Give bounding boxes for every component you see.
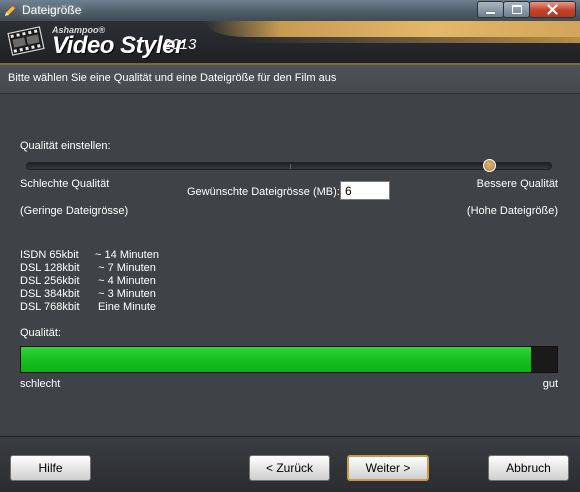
- back-button[interactable]: < Zurück: [249, 455, 330, 481]
- maximize-icon: [511, 5, 522, 14]
- help-button[interactable]: Hilfe: [10, 455, 91, 481]
- title-bar[interactable]: Dateigröße: [0, 0, 580, 22]
- quality-high-label: gut: [542, 378, 558, 390]
- transfer-time-list: ISDN 65kbit ~ 14 Minuten DSL 128kbit ~ 7…: [20, 249, 162, 314]
- transfer-time: Eine Minute: [97, 301, 157, 313]
- dialog-window: Dateigröße Ashampoo® Video Styler 2013 B…: [0, 0, 580, 492]
- banner-decoration-secondary: [240, 37, 580, 43]
- quality-meter: [20, 346, 558, 373]
- minimize-button[interactable]: [477, 1, 504, 18]
- quality-low-label: schlecht: [20, 378, 61, 390]
- instruction-text: Bitte wählen Sie eine Qualität und eine …: [8, 72, 337, 84]
- quality-slider-label: Qualität einstellen:: [20, 140, 111, 152]
- close-button[interactable]: [529, 1, 576, 18]
- list-item: DSL 384kbit ~ 3 Minuten: [20, 288, 162, 301]
- quality-meter-fill: [21, 347, 532, 372]
- filmstrip-icon: [6, 24, 46, 58]
- transfer-time: ~ 4 Minuten: [98, 275, 156, 287]
- low-quality-label: Schlechte Qualität: [20, 178, 110, 190]
- high-quality-label: Bessere Qualität: [476, 178, 558, 190]
- quality-slider-thumb[interactable]: [482, 159, 496, 172]
- low-size-hint: (Geringe Dateigrösse): [20, 205, 129, 217]
- high-size-hint: (Hohe Dateigröße): [466, 205, 558, 217]
- transfer-time: ~ 14 Minuten: [95, 249, 159, 261]
- cancel-button[interactable]: Abbruch: [488, 455, 569, 481]
- transfer-time: ~ 7 Minuten: [98, 262, 156, 274]
- connection-type: DSL 256kbit: [20, 275, 80, 287]
- maximize-button[interactable]: [503, 1, 530, 18]
- file-size-input[interactable]: [340, 181, 390, 200]
- list-item: DSL 768kbit Eine Minute: [20, 301, 162, 314]
- close-icon: [547, 4, 558, 15]
- pencil-icon: [3, 3, 18, 18]
- instruction-bar: Bitte wählen Sie eine Qualität und eine …: [0, 65, 580, 94]
- banner-decoration: [205, 21, 580, 37]
- connection-type: DSL 768kbit: [20, 301, 80, 313]
- app-banner: Ashampoo® Video Styler 2013: [0, 21, 580, 65]
- quality-slider-tick: [290, 164, 291, 169]
- list-item: DSL 256kbit ~ 4 Minuten: [20, 275, 162, 288]
- window-title: Dateigröße: [22, 3, 82, 17]
- file-size-label: Gewünschte Dateigrösse (MB):: [187, 186, 340, 198]
- brand-year: 2013: [163, 36, 197, 53]
- minimize-icon: [486, 11, 495, 14]
- quality-meter-label: Qualität:: [20, 327, 61, 339]
- connection-type: DSL 384kbit: [20, 288, 80, 300]
- quality-slider-track[interactable]: [26, 162, 552, 170]
- next-button[interactable]: Weiter >: [347, 455, 429, 481]
- transfer-time: ~ 3 Minuten: [98, 288, 156, 300]
- connection-type: DSL 128kbit: [20, 262, 80, 274]
- connection-type: ISDN 65kbit: [20, 249, 79, 261]
- list-item: DSL 128kbit ~ 7 Minuten: [20, 262, 162, 275]
- list-item: ISDN 65kbit ~ 14 Minuten: [20, 249, 162, 262]
